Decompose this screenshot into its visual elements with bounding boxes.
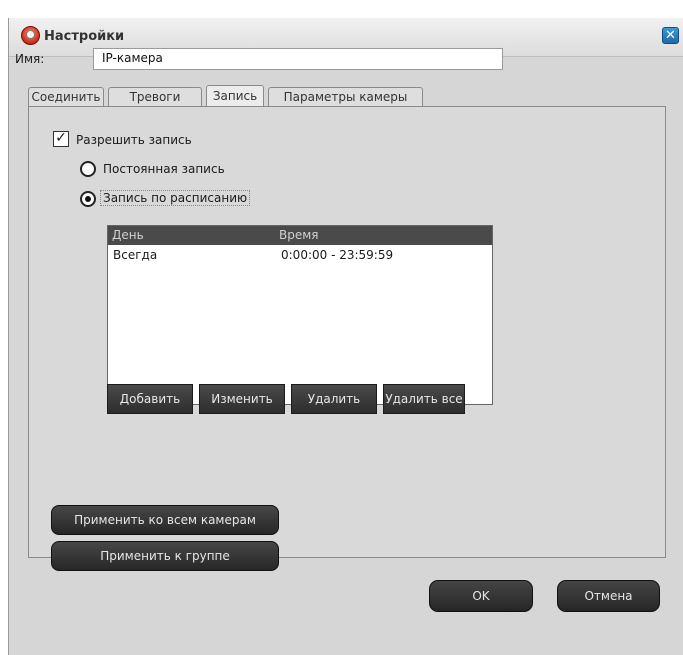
close-button[interactable]: ✕ (662, 27, 679, 44)
tab-camera-params[interactable]: Параметры камеры (268, 87, 423, 106)
edit-button[interactable]: Изменить (199, 384, 285, 414)
tab-recording[interactable]: Запись (206, 85, 264, 107)
column-header-time[interactable]: Время (279, 228, 319, 242)
column-header-day[interactable]: День (112, 228, 144, 242)
enable-recording-label: Разрешить запись (76, 133, 192, 147)
tab-connect[interactable]: Соединить (28, 87, 104, 106)
cancel-button[interactable]: Отмена (557, 580, 660, 612)
apply-all-cameras-button[interactable]: Применить ко всем камерам (51, 505, 279, 535)
add-button[interactable]: Добавить (107, 384, 193, 414)
table-row[interactable]: Всегда 0:00:00 - 23:59:59 (108, 248, 492, 266)
continuous-recording-radio[interactable] (80, 161, 96, 177)
delete-all-button[interactable]: Удалить все (383, 384, 465, 414)
camera-app-icon (21, 26, 40, 45)
name-input[interactable]: IP-камера (93, 48, 503, 70)
scheduled-recording-label: Запись по расписанию (100, 190, 251, 206)
schedule-table-header: День Время (108, 226, 492, 245)
apply-group-button[interactable]: Применить к группе (51, 541, 279, 571)
name-label: Имя: (15, 52, 45, 66)
schedule-table: День Время Всегда 0:00:00 - 23:59:59 (107, 225, 493, 405)
window-title: Настройки (44, 29, 125, 44)
delete-button[interactable]: Удалить (291, 384, 377, 414)
row-day: Всегда (113, 248, 158, 262)
scheduled-recording-radio[interactable] (80, 191, 96, 207)
continuous-recording-label: Постоянная запись (103, 162, 225, 176)
tab-alarms[interactable]: Тревоги (108, 87, 202, 106)
ok-button[interactable]: OK (429, 580, 533, 612)
enable-recording-checkbox[interactable]: ✓ (53, 131, 69, 147)
row-time: 0:00:00 - 23:59:59 (281, 248, 394, 262)
